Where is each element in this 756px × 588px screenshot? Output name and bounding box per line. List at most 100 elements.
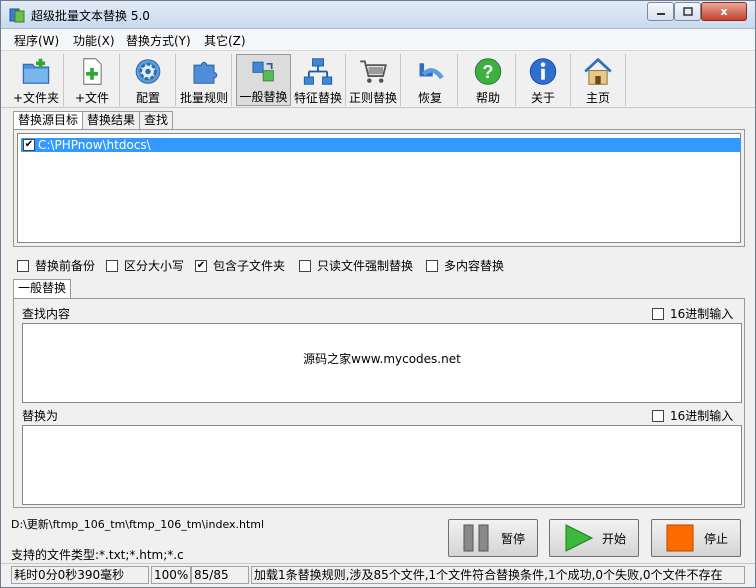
status-bar: 耗时0分0秒390毫秒 100% 85/85 加载1条替换规则,涉及85个文件,…: [1, 563, 755, 587]
tool-label: 恢复: [417, 91, 442, 105]
tool-label: +文件: [74, 91, 110, 105]
option-case-checkbox[interactable]: [106, 259, 118, 272]
option-multi-content[interactable]: 多内容替换: [426, 257, 504, 274]
replace-input[interactable]: [22, 425, 742, 505]
replace-tabs: 一般替换: [13, 279, 72, 298]
option-subfolders-label: 包含子文件夹: [213, 259, 286, 273]
option-case-label: 区分大小写: [124, 259, 185, 273]
tab-general-replace[interactable]: 一般替换: [13, 279, 72, 298]
status-message: 加载1条替换规则,涉及85个文件,1个文件符合替换条件,1个成功,0个失败,0个…: [251, 566, 745, 584]
list-item[interactable]: ✔ C:\PHPnow\htdocs\: [21, 138, 741, 152]
tab-replace-result[interactable]: 替换结果: [82, 111, 141, 129]
source-list[interactable]: ✔ C:\PHPnow\htdocs\: [17, 133, 741, 243]
svg-text:?: ?: [482, 61, 493, 82]
menu-replace-mode[interactable]: 替换方式(Y): [126, 32, 191, 49]
status-progress-count: 85/85: [191, 566, 249, 584]
minimize-icon: [656, 12, 665, 15]
tool-label: 一般替换: [239, 90, 288, 104]
stop-button[interactable]: 停止: [651, 519, 741, 557]
tool-label: 帮助: [475, 91, 500, 105]
tool-label: 特征替换: [293, 91, 342, 105]
maximize-icon: [682, 7, 693, 16]
tab-find[interactable]: 查找: [139, 111, 174, 129]
list-item-path: C:\PHPnow\htdocs\: [38, 138, 151, 152]
info-icon: [529, 58, 557, 85]
option-case-sensitive[interactable]: 区分大小写: [106, 257, 184, 274]
option-force-readonly[interactable]: 只读文件强制替换: [299, 257, 413, 274]
cart-icon: [360, 60, 387, 83]
replace-hex-checkbox[interactable]: [652, 409, 664, 422]
tool-restore[interactable]: 恢复: [403, 54, 458, 106]
supported-file-types: 支持的文件类型:*.txt;*.htm;*.c: [11, 548, 184, 562]
start-label: 开始: [602, 531, 627, 546]
pause-icon: [463, 524, 489, 552]
help-icon: ?: [474, 58, 502, 85]
title-bar[interactable]: 超级批量文本替换 5.0 x: [1, 1, 755, 29]
general-replace-icon: [251, 61, 274, 82]
tool-label: 关于: [530, 91, 555, 105]
tool-label: +文件夹: [12, 91, 60, 105]
tool-general-replace[interactable]: 一般替换: [236, 54, 291, 106]
option-readonly-label: 只读文件强制替换: [317, 259, 414, 273]
restore-arrow-icon: [419, 63, 444, 80]
tool-help[interactable]: ? 帮助: [461, 54, 516, 106]
play-icon: [565, 524, 594, 552]
find-input[interactable]: 源码之家www.mycodes.net: [22, 323, 742, 403]
tool-label: 正则替换: [348, 91, 397, 105]
toolbar: +文件夹 +文件 配置 批量规则 一般替换 特征替换 正则替换 恢复 ? 帮助 …: [1, 52, 755, 108]
option-multi-checkbox[interactable]: [426, 259, 438, 272]
replace-label: 替换为: [22, 409, 59, 423]
list-item-checkbox[interactable]: ✔: [23, 139, 35, 151]
replace-hex-option[interactable]: 16进制输入: [652, 407, 733, 424]
tool-home[interactable]: 主页: [571, 54, 626, 106]
tool-label: 批量规则: [179, 91, 228, 105]
find-hex-checkbox[interactable]: [652, 307, 664, 320]
option-multi-label: 多内容替换: [444, 259, 505, 273]
tool-config[interactable]: 配置: [121, 54, 176, 106]
folder-add-icon: [22, 58, 50, 84]
tool-add-folder[interactable]: +文件夹: [9, 54, 64, 106]
current-file-path: D:\更新\ftmp_106_tm\ftmp_106_tm\index.html: [11, 518, 265, 531]
stop-icon: [666, 524, 694, 552]
menu-function[interactable]: 功能(X): [73, 32, 115, 49]
network-icon: [303, 58, 333, 85]
source-tabs: 替换源目标 替换结果 查找: [13, 111, 174, 130]
option-backup-label: 替换前备份: [35, 259, 96, 273]
replace-panel: 查找内容 16进制输入 源码之家www.mycodes.net 替换为 16进制…: [13, 298, 745, 508]
option-readonly-checkbox[interactable]: [299, 259, 311, 272]
tool-label: 配置: [135, 91, 160, 105]
option-backup-checkbox[interactable]: [17, 259, 29, 272]
config-gear-icon: [135, 59, 161, 84]
maximize-button[interactable]: [674, 2, 701, 21]
minimize-button[interactable]: [647, 2, 674, 21]
menu-program[interactable]: 程序(W): [14, 32, 59, 49]
find-input-text: 源码之家www.mycodes.net: [303, 352, 461, 366]
app-window: 超级批量文本替换 5.0 x 程序(W) 功能(X) 替换方式(Y) 其它(Z)…: [0, 0, 756, 588]
tool-label: 主页: [585, 91, 610, 105]
find-hex-option[interactable]: 16进制输入: [652, 305, 733, 322]
file-add-icon: [83, 58, 102, 85]
home-icon: [584, 57, 612, 85]
app-icon: [9, 8, 25, 23]
status-elapsed: 耗时0分0秒390毫秒: [11, 566, 149, 584]
close-button[interactable]: x: [701, 2, 747, 21]
tool-about[interactable]: 关于: [516, 54, 571, 106]
option-include-subfolders[interactable]: ✔ 包含子文件夹: [195, 257, 285, 274]
find-hex-label: 16进制输入: [670, 307, 734, 321]
source-list-panel: ✔ C:\PHPnow\htdocs\: [13, 129, 745, 247]
puzzle-icon: [193, 61, 218, 84]
tab-source-target[interactable]: 替换源目标: [13, 111, 84, 130]
menu-other[interactable]: 其它(Z): [204, 32, 246, 49]
find-label: 查找内容: [22, 307, 71, 321]
pause-button[interactable]: 暂停: [448, 519, 538, 557]
pause-label: 暂停: [501, 531, 526, 546]
stop-label: 停止: [704, 531, 729, 546]
close-icon: x: [720, 5, 728, 18]
option-backup[interactable]: 替换前备份: [17, 257, 95, 274]
tool-feature-replace[interactable]: 特征替换: [291, 54, 346, 106]
tool-batch-rules[interactable]: 批量规则: [177, 54, 232, 106]
tool-regex-replace[interactable]: 正则替换: [346, 54, 401, 106]
tool-add-file[interactable]: +文件: [65, 54, 120, 106]
option-subfolders-checkbox[interactable]: ✔: [195, 259, 207, 272]
start-button[interactable]: 开始: [549, 519, 639, 557]
